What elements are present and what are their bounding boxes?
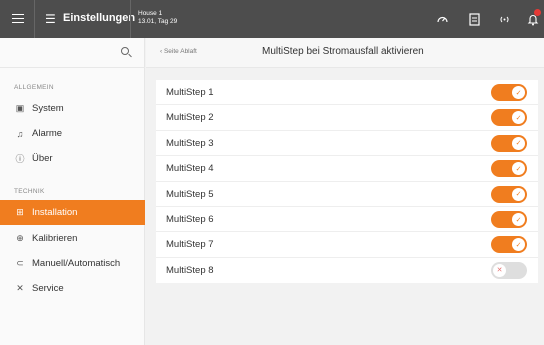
toggle-switch[interactable]: ✓ — [491, 109, 527, 127]
toggle-switch[interactable]: ✕ — [491, 261, 527, 279]
list-item: MultiStep 7 ✓ — [156, 232, 538, 258]
gauge-icon[interactable] — [434, 11, 450, 27]
monitor-icon: ▣ — [15, 103, 25, 113]
sidebar-item-alarme[interactable]: ♫ Alarme — [0, 121, 145, 146]
list-item: MultiStep 1 ✓ — [156, 80, 538, 106]
section-label-allgemein: ALLGEMEIN — [14, 84, 54, 91]
list-item: MultiStep 2 ✓ — [156, 105, 538, 131]
toggle-switch[interactable]: ✓ — [491, 134, 527, 152]
row-label: MultiStep 3 — [166, 137, 214, 149]
bell-icon[interactable] — [525, 9, 541, 27]
check-icon: ✓ — [512, 162, 525, 176]
sidebar-item-label: Installation — [32, 207, 78, 218]
sliders-icon: ☰ — [45, 12, 56, 26]
house-date: 13.01, Tag 29 — [138, 18, 178, 25]
list-item: MultiStep 8 ✕ — [156, 258, 538, 283]
topbar-divider — [34, 0, 35, 38]
sidebar-item-manuell-automatisch[interactable]: ⊂ Manuell/Automatisch — [0, 251, 145, 276]
toggle-switch[interactable]: ✓ — [491, 160, 527, 178]
house-info[interactable]: House 1 13.01, Tag 29 — [138, 10, 177, 26]
row-label: MultiStep 1 — [166, 87, 214, 98]
sidebar: ALLGEMEIN ▣ System ♫ Alarme ⓘ Über TECHN… — [0, 38, 145, 345]
content-header: ‹ Seite Ablaft MultiStep bei Stromausfal… — [146, 38, 544, 68]
app-title: Einstellungen — [63, 12, 136, 24]
document-icon[interactable] — [466, 11, 482, 27]
info-icon: ⓘ — [15, 154, 25, 164]
toggle-icon: ⊂ — [16, 258, 24, 268]
row-label: MultiStep 6 — [166, 214, 214, 225]
hamburger-menu-icon[interactable] — [12, 11, 24, 27]
crosshair-icon: ⊕ — [16, 233, 24, 243]
page-title: MultiStep bei Stromausfall aktivieren — [262, 46, 424, 57]
row-label: MultiStep 2 — [166, 112, 214, 124]
install-icon: ⊞ — [16, 207, 24, 217]
toggle-switch[interactable]: ✓ — [491, 211, 527, 228]
tools-icon: ✕ — [16, 283, 24, 293]
sidebar-search — [0, 38, 145, 68]
toggle-switch[interactable]: ✓ — [491, 236, 527, 254]
sidebar-item-service[interactable]: ✕ Service — [0, 276, 145, 301]
row-label: MultiStep 7 — [166, 239, 214, 251]
sidebar-item-label: Manuell/Automatisch — [32, 258, 121, 269]
check-icon: ✓ — [512, 136, 525, 150]
house-name: House 1 — [138, 10, 163, 17]
notification-badge — [534, 9, 541, 16]
toggle-switch[interactable]: ✓ — [491, 185, 527, 203]
sidebar-item-label: Kalibrieren — [32, 233, 78, 244]
check-icon: ✓ — [512, 111, 525, 125]
section-label-technik: TECHNIK — [14, 188, 45, 195]
row-label: MultiStep 4 — [166, 163, 214, 175]
list-item: MultiStep 5 ✓ — [156, 182, 538, 207]
sidebar-item-label: System — [32, 103, 64, 114]
signal-icon[interactable] — [496, 11, 512, 27]
check-icon: ✓ — [512, 86, 525, 99]
list-item: MultiStep 3 ✓ — [156, 131, 538, 157]
multistep-list: MultiStep 1 ✓ MultiStep 2 ✓ MultiStep 3 … — [156, 80, 538, 283]
breadcrumb[interactable]: ‹ Seite Ablaft — [160, 48, 197, 55]
x-icon: ✕ — [493, 263, 506, 277]
sidebar-item-label: Alarme — [32, 128, 63, 139]
list-item: MultiStep 4 ✓ — [156, 156, 538, 182]
topbar-divider — [130, 0, 131, 38]
sidebar-item-label: Über — [32, 153, 53, 164]
sidebar-item-installation[interactable]: ⊞ Installation — [0, 200, 145, 225]
check-icon: ✓ — [512, 187, 525, 201]
row-label: MultiStep 8 — [166, 264, 214, 276]
check-icon: ✓ — [512, 213, 525, 226]
bell-outline-icon: ♫ — [16, 128, 24, 139]
sidebar-item-system[interactable]: ▣ System — [0, 96, 145, 121]
check-icon: ✓ — [512, 238, 525, 252]
search-icon[interactable] — [121, 47, 129, 55]
list-item: MultiStep 6 ✓ — [156, 207, 538, 233]
sidebar-item-label: Service — [32, 283, 64, 294]
row-label: MultiStep 5 — [166, 188, 214, 200]
top-bar: ☰ Einstellungen House 1 13.01, Tag 29 — [0, 0, 544, 38]
toggle-switch[interactable]: ✓ — [491, 84, 527, 101]
search-input[interactable] — [8, 44, 113, 62]
sidebar-item-ueber[interactable]: ⓘ Über — [0, 146, 145, 171]
sidebar-item-kalibrieren[interactable]: ⊕ Kalibrieren — [0, 226, 145, 251]
